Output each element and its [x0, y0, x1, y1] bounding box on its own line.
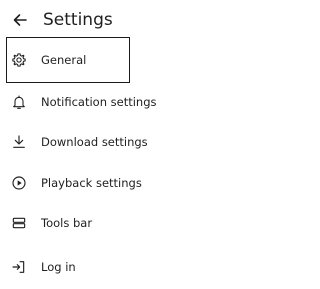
app-header: Settings — [0, 0, 298, 40]
login-icon — [10, 258, 28, 276]
menu-item-label: Tools bar — [41, 216, 93, 230]
menu-item-tools-bar[interactable]: Tools bar — [0, 204, 298, 242]
menu-item-notification-settings[interactable]: Notification settings — [0, 83, 298, 121]
menu-item-playback-settings[interactable]: Playback settings — [0, 164, 298, 202]
menu-item-label: General — [41, 53, 87, 67]
menu-item-general[interactable]: General — [0, 41, 298, 79]
arrow-left-icon — [12, 12, 28, 28]
download-icon — [10, 133, 28, 151]
gear-icon — [10, 51, 28, 69]
menu-item-log-in[interactable]: Log in — [0, 248, 298, 286]
menu-item-label: Notification settings — [41, 95, 157, 109]
menu-item-label: Log in — [41, 260, 76, 274]
menu-item-download-settings[interactable]: Download settings — [0, 123, 298, 161]
menu-item-label: Download settings — [41, 135, 148, 149]
toolbar-icon — [10, 214, 28, 232]
play-circle-icon — [10, 174, 28, 192]
menu-item-label: Playback settings — [41, 176, 142, 190]
back-button[interactable] — [9, 9, 31, 31]
bell-icon — [10, 93, 28, 111]
page-title: Settings — [43, 10, 113, 30]
